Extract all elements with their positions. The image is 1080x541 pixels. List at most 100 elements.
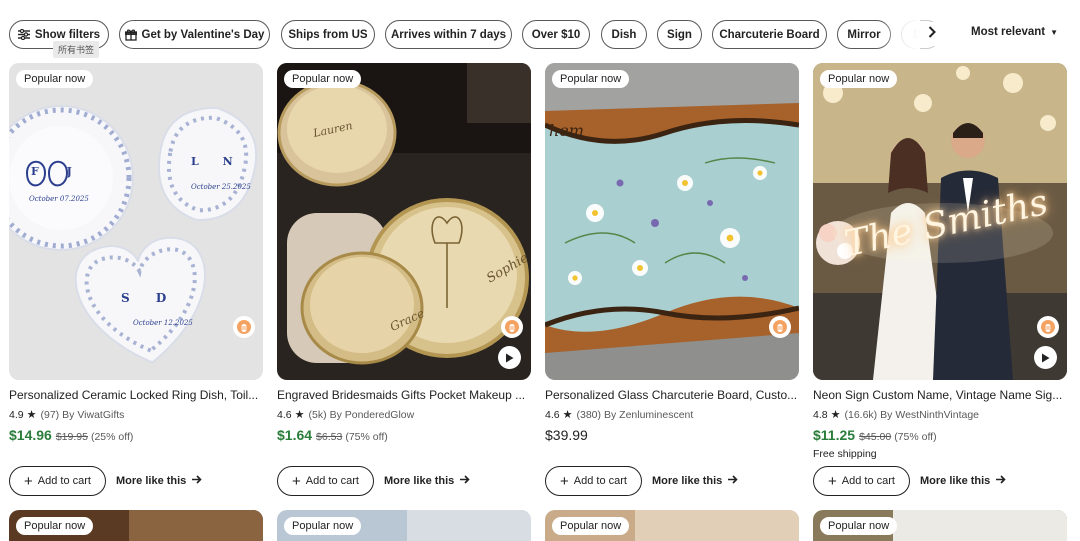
chip-label: Dish	[611, 28, 637, 41]
listing-card[interactable]: hem Popular now Personalized Glass Charc…	[545, 63, 799, 496]
shop-name[interactable]: By PonderedGlow	[330, 409, 415, 421]
price-row: $1.64 $6.53 (75% off)	[277, 427, 531, 443]
scroll-right-button[interactable]	[920, 22, 944, 46]
more-like-this-label: More like this	[652, 475, 723, 487]
shop-name[interactable]: By WestNinthVintage	[880, 409, 979, 421]
plus-icon: +	[24, 472, 33, 490]
card-actions: + Add to cart More like this	[545, 466, 799, 496]
bee-logo-icon	[501, 316, 523, 338]
arrow-right-icon	[460, 475, 470, 487]
sale-price: $1.64	[277, 427, 313, 443]
listing-image[interactable]: F J October 07.2025 L N October 25.2025 …	[9, 63, 263, 380]
listing-title[interactable]: Personalized Ceramic Locked Ring Dish, T…	[9, 388, 263, 402]
chip-arrives-within-7-days[interactable]: Arrives within 7 days	[385, 20, 512, 49]
dish-initials: S D	[121, 291, 178, 305]
listing-card[interactable]: The Smiths Popular now Neon Sign Custom …	[813, 63, 1067, 496]
chip-over-10[interactable]: Over $10	[522, 20, 590, 49]
more-like-this-link[interactable]: More like this	[384, 475, 470, 487]
board-engraving: hem	[549, 121, 584, 140]
plus-icon: +	[292, 472, 301, 490]
chip-label: Sign	[667, 28, 692, 41]
price: $39.99	[545, 427, 588, 443]
listing-card-partial[interactable]: Popular now	[545, 510, 799, 541]
shop-name[interactable]: By ViwatGifts	[62, 409, 124, 421]
original-price: $19.95	[55, 431, 88, 443]
free-shipping-label: Free shipping	[813, 448, 877, 460]
price-row: $39.99	[545, 427, 799, 443]
more-like-this-label: More like this	[116, 475, 187, 487]
listing-rating-row: 4.9 ★ (97) By ViwatGifts	[9, 408, 263, 422]
chip-ships-from-us[interactable]: Ships from US	[281, 20, 375, 49]
sale-price: $11.25	[813, 427, 856, 443]
listing-image-partial	[893, 510, 1067, 541]
add-to-cart-label: Add to cart	[573, 475, 627, 487]
rating-value: 4.6	[277, 408, 292, 421]
play-icon	[1042, 353, 1050, 362]
bee-logo-icon	[769, 316, 791, 338]
dish-date: October 25.2025	[191, 183, 251, 191]
listing-title[interactable]: Engraved Bridesmaids Gifts Pocket Makeup…	[277, 388, 531, 402]
listing-card[interactable]: F J October 07.2025 L N October 25.2025 …	[9, 63, 263, 496]
chip-label: Mirror	[847, 28, 881, 41]
bee-logo-icon	[233, 316, 255, 338]
review-count: (16.6k)	[844, 408, 878, 421]
play-video-button[interactable]	[1034, 346, 1057, 369]
chip-valentines-day[interactable]: Get by Valentine's Day	[119, 20, 270, 49]
chip-fade-overlay	[880, 18, 920, 52]
chevron-right-icon	[928, 25, 936, 43]
review-count: (380)	[576, 408, 601, 421]
price-row: $11.25 $45.00 (75% off)	[813, 427, 1067, 443]
listing-title[interactable]: Neon Sign Custom Name, Vintage Name Sig.…	[813, 388, 1067, 402]
listing-card-partial[interactable]: Popular now	[9, 510, 263, 541]
listing-image[interactable]: hem Popular now	[545, 63, 799, 380]
popular-now-badge: Popular now	[552, 517, 630, 535]
star-icon: ★	[26, 409, 37, 421]
play-video-button[interactable]	[498, 346, 521, 369]
listing-title[interactable]: Personalized Glass Charcuterie Board, Cu…	[545, 388, 799, 402]
more-like-this-link[interactable]: More like this	[920, 475, 1006, 487]
chip-sign[interactable]: Sign	[657, 20, 702, 49]
add-to-cart-button[interactable]: + Add to cart	[9, 466, 106, 496]
add-to-cart-label: Add to cart	[841, 475, 895, 487]
bee-logo-icon	[1037, 316, 1059, 338]
shop-name[interactable]: By Zenluminescent	[604, 409, 693, 421]
popular-now-badge: Popular now	[820, 517, 898, 535]
add-to-cart-button[interactable]: + Add to cart	[277, 466, 374, 496]
discount-percent: (25% off)	[90, 431, 134, 443]
rating-value: 4.8	[813, 408, 828, 421]
chip-label: Ships from US	[288, 28, 368, 41]
listing-rating-row: 4.8 ★ (16.6k) By WestNinthVintage	[813, 408, 1067, 422]
chip-label: Charcuterie Board	[719, 28, 820, 41]
add-to-cart-button[interactable]: + Add to cart	[545, 466, 642, 496]
listing-rating-row: 4.6 ★ (5k) By PonderedGlow	[277, 408, 531, 422]
listing-image[interactable]: The Smiths Popular now	[813, 63, 1067, 380]
original-price: $6.53	[316, 431, 343, 443]
chip-charcuterie-board[interactable]: Charcuterie Board	[712, 20, 827, 49]
add-to-cart-label: Add to cart	[37, 475, 91, 487]
listing-card[interactable]: Lauren Sophie Grace Popular now Engraved…	[277, 63, 531, 496]
more-like-this-link[interactable]: More like this	[652, 475, 738, 487]
sort-dropdown[interactable]: Most relevant ▼	[971, 26, 1058, 38]
add-to-cart-button[interactable]: + Add to cart	[813, 466, 910, 496]
star-icon: ★	[830, 409, 841, 421]
star-icon: ★	[562, 409, 573, 421]
filter-bar: Show filters 所有书签 Get by Valentine's Day…	[0, 0, 1080, 62]
rating-value: 4.9	[9, 408, 24, 421]
plus-icon: +	[828, 472, 837, 490]
plus-icon: +	[560, 472, 569, 490]
listing-image[interactable]: Lauren Sophie Grace Popular now	[277, 63, 531, 380]
more-like-this-link[interactable]: More like this	[116, 475, 202, 487]
rating-value: 4.6	[545, 408, 560, 421]
review-count: (5k)	[308, 408, 327, 421]
star-icon: ★	[294, 409, 305, 421]
chip-label: Over $10	[531, 28, 581, 41]
listing-card-partial[interactable]: Popular now	[277, 510, 531, 541]
chip-dish[interactable]: Dish	[601, 20, 647, 49]
listing-card-partial[interactable]: Popular now	[813, 510, 1067, 541]
more-like-this-label: More like this	[384, 475, 455, 487]
original-price: $45.00	[859, 431, 892, 443]
arrow-right-icon	[192, 475, 202, 487]
gift-icon	[124, 29, 137, 41]
play-icon	[506, 353, 514, 362]
popular-now-badge: Popular now	[16, 70, 94, 88]
